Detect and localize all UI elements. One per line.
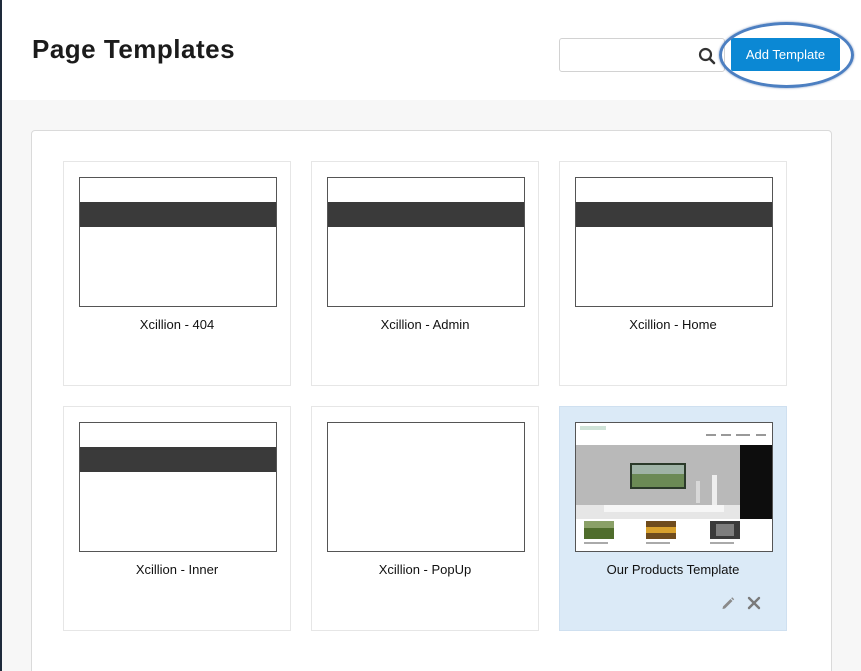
card-actions bbox=[720, 595, 762, 611]
template-name: Xcillion - 404 bbox=[139, 317, 215, 332]
template-name: Xcillion - Home bbox=[629, 317, 717, 332]
add-template-button[interactable]: Add Template bbox=[731, 38, 840, 71]
search-input[interactable] bbox=[566, 43, 692, 67]
template-name: Xcillion - Inner bbox=[135, 562, 219, 577]
page-title: Page Templates bbox=[32, 34, 236, 64]
template-card[interactable]: Xcillion - Home bbox=[559, 161, 787, 386]
page-header: Page Templates Add Template bbox=[2, 0, 861, 100]
template-card[interactable]: Xcillion - Inner bbox=[63, 406, 291, 631]
template-name: Xcillion - Admin bbox=[380, 317, 470, 332]
template-card-selected[interactable]: Our Products Template bbox=[559, 406, 787, 631]
thumbnail-header-band bbox=[80, 447, 276, 472]
thumbnail-header-band bbox=[576, 202, 772, 227]
template-thumbnail bbox=[327, 177, 525, 307]
template-card[interactable]: Xcillion - 404 bbox=[63, 161, 291, 386]
template-card[interactable]: Xcillion - PopUp bbox=[311, 406, 539, 631]
templates-panel: Xcillion - 404 Xcillion - Admin Xcillion… bbox=[31, 130, 832, 671]
template-thumbnail-website bbox=[575, 422, 773, 552]
template-name: Xcillion - PopUp bbox=[378, 562, 472, 577]
close-icon[interactable] bbox=[746, 595, 762, 611]
search-icon[interactable] bbox=[698, 47, 716, 65]
template-thumbnail bbox=[79, 177, 277, 307]
template-thumbnail bbox=[79, 422, 277, 552]
template-name: Our Products Template bbox=[606, 562, 740, 577]
thumbnail-header-band bbox=[328, 202, 524, 227]
template-thumbnail bbox=[575, 177, 773, 307]
thumbnail-header-band bbox=[80, 202, 276, 227]
website-screenshot-image bbox=[576, 423, 772, 551]
template-thumbnail bbox=[327, 422, 525, 552]
pencil-icon[interactable] bbox=[720, 595, 736, 611]
search-box[interactable] bbox=[559, 38, 725, 72]
app-frame: Page Templates Add Template Xcillion - 4… bbox=[2, 0, 861, 671]
template-card[interactable]: Xcillion - Admin bbox=[311, 161, 539, 386]
